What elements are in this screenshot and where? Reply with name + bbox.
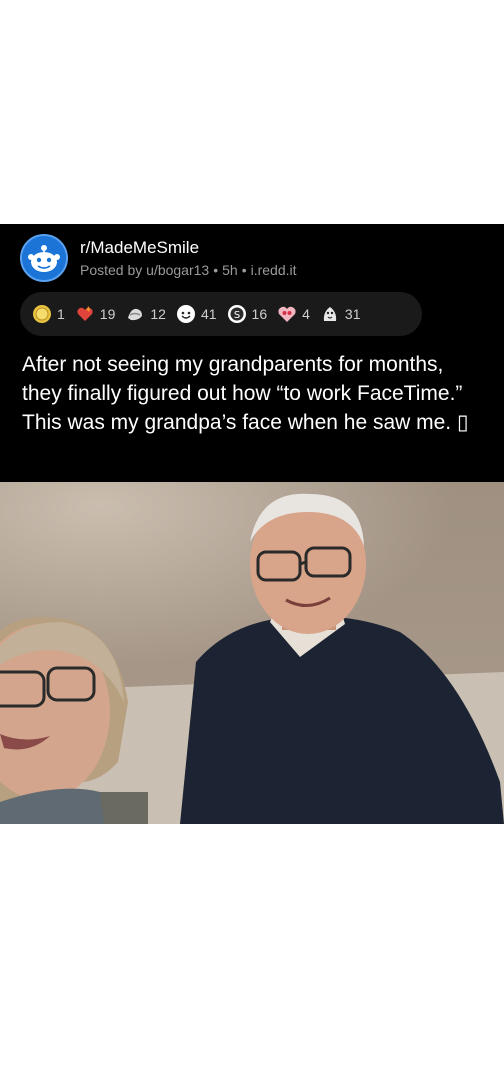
award-hugz[interactable]: 12 <box>125 304 166 324</box>
fire-heart-icon <box>75 304 95 324</box>
silver-badge-icon: S <box>227 304 247 324</box>
award-count: 16 <box>251 306 268 322</box>
awards-bar[interactable]: 1 19 12 41 S 16 4 31 <box>20 292 422 336</box>
award-silver[interactable]: S 16 <box>227 304 268 324</box>
reddit-post-card[interactable]: r/MadeMeSmile Posted by u/bogar13 • 5h • i.r… <box>0 224 504 824</box>
posted-by-user[interactable]: Posted by u/bogar13 <box>80 262 209 278</box>
svg-text:S: S <box>233 310 239 321</box>
gold-coin-icon <box>32 304 52 324</box>
award-count: 1 <box>57 306 65 322</box>
award-fire-heart[interactable]: 19 <box>75 304 116 324</box>
award-heart-eyes[interactable]: 4 <box>277 304 310 324</box>
post-header: r/MadeMeSmile Posted by u/bogar13 • 5h • i.r… <box>20 234 490 284</box>
award-count: 19 <box>99 306 116 322</box>
award-wholesome-seal[interactable]: 31 <box>320 304 361 324</box>
wholesome-face-icon <box>176 304 196 324</box>
post-photo[interactable] <box>0 482 504 824</box>
heart-eyes-icon <box>277 304 297 324</box>
award-count: 4 <box>302 306 310 322</box>
post-age: 5h <box>222 262 238 278</box>
page: r/MadeMeSmile Posted by u/bogar13 • 5h • i.r… <box>0 0 504 1088</box>
award-count: 41 <box>200 306 217 322</box>
subreddit-name[interactable]: r/MadeMeSmile <box>80 238 199 258</box>
award-gold[interactable]: 1 <box>32 304 65 324</box>
wholesome-seal-icon <box>320 304 340 324</box>
hugz-icon <box>125 304 145 324</box>
meta-separator: • <box>241 262 247 278</box>
award-count: 12 <box>150 306 166 322</box>
award-count: 31 <box>344 306 361 322</box>
meta-separator: • <box>213 262 219 278</box>
post-domain[interactable]: i.redd.it <box>251 262 297 278</box>
post-title[interactable]: After not seeing my grandparents for mon… <box>22 350 488 437</box>
award-wholesome-face[interactable]: 41 <box>176 304 217 324</box>
subreddit-avatar-icon[interactable] <box>20 234 68 282</box>
post-meta: Posted by u/bogar13 • 5h • i.redd.it <box>80 262 297 278</box>
